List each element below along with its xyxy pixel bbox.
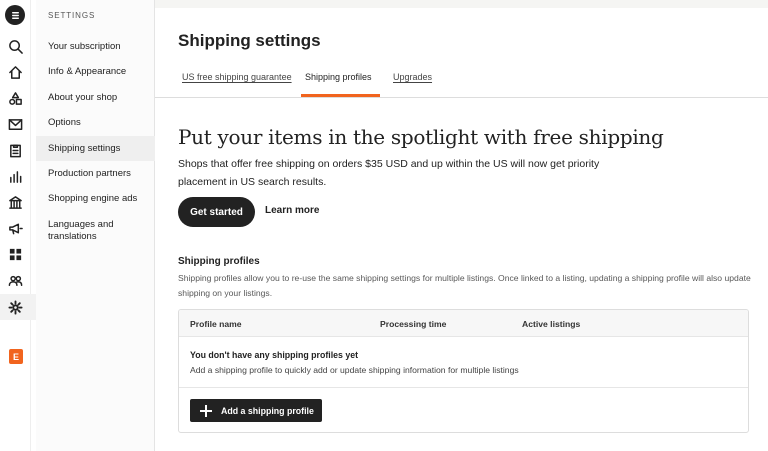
marketing-icon[interactable]	[6, 219, 24, 237]
settings-nav-active[interactable]	[0, 294, 36, 320]
plus-icon	[200, 404, 212, 417]
empty-state-text: Add a shipping profile to quickly add or…	[190, 365, 519, 375]
icon-rail: E	[0, 0, 36, 451]
promo-heading: Put your items in the spotlight with fre…	[178, 125, 664, 149]
table-header: Profile name Processing time Active list…	[179, 310, 748, 337]
column-processing-time: Processing time	[380, 319, 447, 329]
tab-bar: US free shipping guarantee Shipping prof…	[155, 66, 768, 98]
get-started-button[interactable]: Get started	[178, 197, 255, 227]
shop-logo-icon[interactable]	[5, 5, 25, 25]
top-banner-strip	[155, 0, 768, 8]
add-shipping-profile-label: Add a shipping profile	[221, 405, 314, 416]
settings-header: SETTINGS	[48, 11, 96, 20]
messages-icon[interactable]	[6, 115, 24, 133]
section-description: Shipping profiles allow you to re-use th…	[178, 273, 751, 298]
community-icon[interactable]	[6, 271, 24, 289]
table-divider	[179, 387, 748, 388]
search-icon[interactable]	[6, 37, 24, 55]
sidebar-item-about-shop[interactable]: About your shop	[36, 92, 155, 104]
column-profile-name: Profile name	[190, 319, 242, 329]
promo-text: Shops that offer free shipping on orders…	[178, 158, 600, 188]
sidebar-item-production-partners[interactable]: Production partners	[36, 168, 155, 180]
column-active-listings: Active listings	[522, 319, 581, 329]
learn-more-button[interactable]: Learn more	[265, 205, 319, 216]
active-tab-indicator	[301, 94, 380, 97]
stats-icon[interactable]	[6, 167, 24, 185]
sidebar-item-info-appearance[interactable]: Info & Appearance	[36, 66, 155, 78]
shipping-profiles-table: Profile name Processing time Active list…	[178, 309, 749, 433]
settings-icon	[7, 299, 23, 315]
tab-upgrades[interactable]: Upgrades	[393, 72, 432, 82]
integrations-icon[interactable]	[6, 245, 24, 263]
tab-us-free-shipping[interactable]: US free shipping guarantee	[182, 72, 292, 82]
sidebar-item-languages[interactable]: Languages and translations	[36, 219, 136, 243]
orders-icon[interactable]	[6, 141, 24, 159]
main-content: Shipping settings US free shipping guara…	[155, 0, 768, 451]
settings-sidebar: SETTINGS Your subscription Info & Appear…	[36, 0, 155, 451]
finances-icon[interactable]	[6, 193, 24, 211]
home-icon[interactable]	[6, 63, 24, 81]
sidebar-item-options[interactable]: Options	[36, 117, 155, 129]
listings-icon[interactable]	[6, 89, 24, 107]
shop-avatar[interactable]: E	[9, 349, 23, 364]
sidebar-item-shipping-settings[interactable]: Shipping settings	[36, 136, 155, 161]
tab-shipping-profiles[interactable]: Shipping profiles	[305, 72, 372, 82]
add-shipping-profile-button[interactable]: Add a shipping profile	[190, 399, 322, 422]
sidebar-item-shopping-engine-ads[interactable]: Shopping engine ads	[36, 193, 155, 205]
section-title: Shipping profiles	[178, 256, 260, 267]
page-title: Shipping settings	[178, 31, 321, 50]
empty-state-title: You don't have any shipping profiles yet	[190, 350, 359, 360]
sidebar-item-subscription[interactable]: Your subscription	[36, 41, 155, 53]
